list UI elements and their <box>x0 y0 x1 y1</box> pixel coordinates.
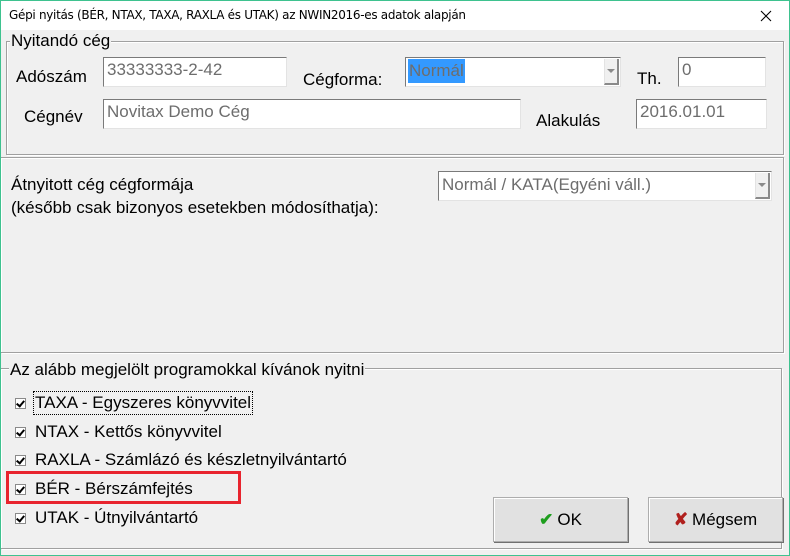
program-label: TAXA - Egyszeres könyvvitel <box>32 391 254 415</box>
tax-number-label: Adószám <box>16 67 87 86</box>
company-name-field[interactable]: Novitax Demo Cég <box>103 99 521 129</box>
chevron-down-icon <box>607 69 615 73</box>
ok-button-label: OK <box>557 509 582 529</box>
company-form-label: Cégforma: <box>303 70 383 89</box>
close-button[interactable] <box>743 1 789 30</box>
company-form-value: Normál <box>408 59 465 83</box>
program-checkbox-ntax[interactable]: NTAX - Kettős könyvvitel <box>15 420 222 444</box>
window-title: Gépi nyitás (BÉR, NTAX, TAXA, RAXLA és U… <box>9 8 466 22</box>
opened-form-label-line1: Átnyitott cég cégformája <box>11 175 194 194</box>
company-form-select[interactable]: Normál <box>405 57 621 87</box>
ok-button[interactable]: ✔ OK <box>493 497 628 542</box>
th-label: Th. <box>637 69 662 88</box>
cancel-button[interactable]: ✘ Mégsem <box>648 497 783 542</box>
cancel-button-label: Mégsem <box>692 509 758 529</box>
opened-form-label-line2: (később csak bizonyos esetekben módosíth… <box>11 198 379 217</box>
programs-group-legend: Az alább megjelölt programokkal kívánok … <box>9 360 366 379</box>
opened-form-dropdown-button[interactable] <box>755 173 770 199</box>
company-name-label: Cégnév <box>24 107 83 126</box>
opened-form-value: Normál / KATA(Egyéni váll.) <box>442 175 652 194</box>
program-label: RAXLA - Számlázó és készletnyilvántartó <box>35 450 347 469</box>
program-label: UTAK - Útnyilvántartó <box>35 508 199 527</box>
checkmark-icon: ✔ <box>539 509 554 529</box>
checkbox-checked-icon[interactable] <box>15 426 26 438</box>
program-label: NTAX - Kettős könyvvitel <box>35 422 222 441</box>
checkbox-checked-icon[interactable] <box>15 454 26 466</box>
title-bar: Gépi nyitás (BÉR, NTAX, TAXA, RAXLA és U… <box>1 1 789 30</box>
company-group-legend: Nyitandó cég <box>10 31 112 50</box>
dialog-window: Gépi nyitás (BÉR, NTAX, TAXA, RAXLA és U… <box>0 0 790 556</box>
program-checkbox-utak[interactable]: UTAK - Útnyilvántartó <box>15 506 198 530</box>
checkbox-checked-icon[interactable] <box>15 397 26 409</box>
cross-icon: ✘ <box>673 509 689 529</box>
program-checkbox-taxa[interactable]: TAXA - Egyszeres könyvvitel <box>15 391 254 415</box>
tax-number-field[interactable]: 33333333-2-42 <box>103 57 287 87</box>
company-form-dropdown-button[interactable] <box>604 59 619 85</box>
opened-form-select[interactable]: Normál / KATA(Egyéni váll.) <box>438 171 772 201</box>
founded-label: Alakulás <box>536 111 601 130</box>
chevron-down-icon <box>758 183 766 187</box>
founded-field[interactable]: 2016.01.01 <box>636 99 767 129</box>
highlight-annotation-box <box>6 471 241 504</box>
close-icon <box>760 10 772 21</box>
th-field[interactable]: 0 <box>678 57 766 87</box>
checkbox-checked-icon[interactable] <box>15 512 26 524</box>
program-checkbox-raxla[interactable]: RAXLA - Számlázó és készletnyilvántartó <box>15 448 347 472</box>
